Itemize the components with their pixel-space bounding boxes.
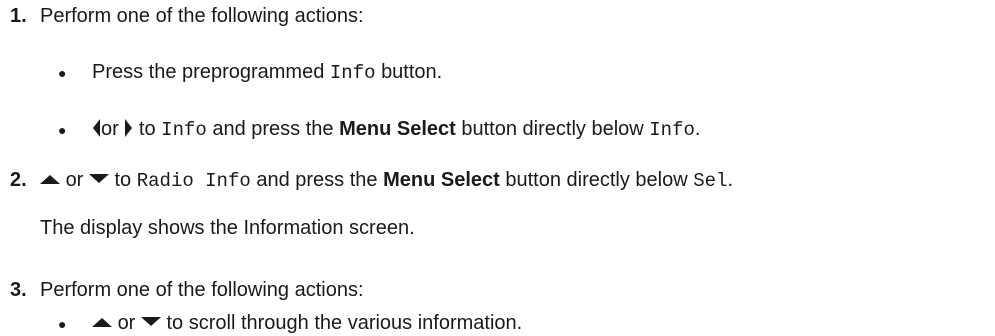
right-arrow-icon — [124, 118, 133, 137]
up-arrow-icon — [92, 317, 112, 327]
bullet-dot: ● — [58, 316, 67, 332]
menu-select-label: Menu Select — [383, 169, 500, 191]
bullet-text: Press the preprogrammed Info button. — [92, 61, 443, 84]
code-radio-info: Radio Info — [136, 170, 251, 192]
bullet-dot: ● — [58, 122, 67, 138]
down-arrow-icon — [88, 173, 109, 184]
up-arrow-icon — [40, 174, 60, 184]
step-number: 2. — [10, 169, 27, 191]
code-info: Info — [649, 119, 695, 141]
code-info: Info — [161, 119, 207, 141]
bullet-dot: ● — [58, 65, 67, 81]
bullet-text: or to scroll through the various informa… — [92, 311, 522, 335]
step-text: Perform one of the following actions: — [40, 5, 364, 27]
step-text: Perform one of the following actions: — [40, 279, 364, 301]
menu-select-label: Menu Select — [339, 118, 456, 140]
left-arrow-icon — [92, 118, 101, 137]
step-number: 3. — [10, 279, 27, 301]
code-info: Info — [329, 62, 376, 84]
down-arrow-icon — [140, 316, 161, 327]
step-2-result: The display shows the Information screen… — [40, 217, 415, 239]
step-number: 1. — [10, 5, 27, 27]
step-text: or to Radio Info and press the Menu Sele… — [40, 168, 733, 193]
code-sel: Sel — [693, 170, 728, 192]
bullet-text: or to Info and press the Menu Select but… — [92, 117, 700, 142]
